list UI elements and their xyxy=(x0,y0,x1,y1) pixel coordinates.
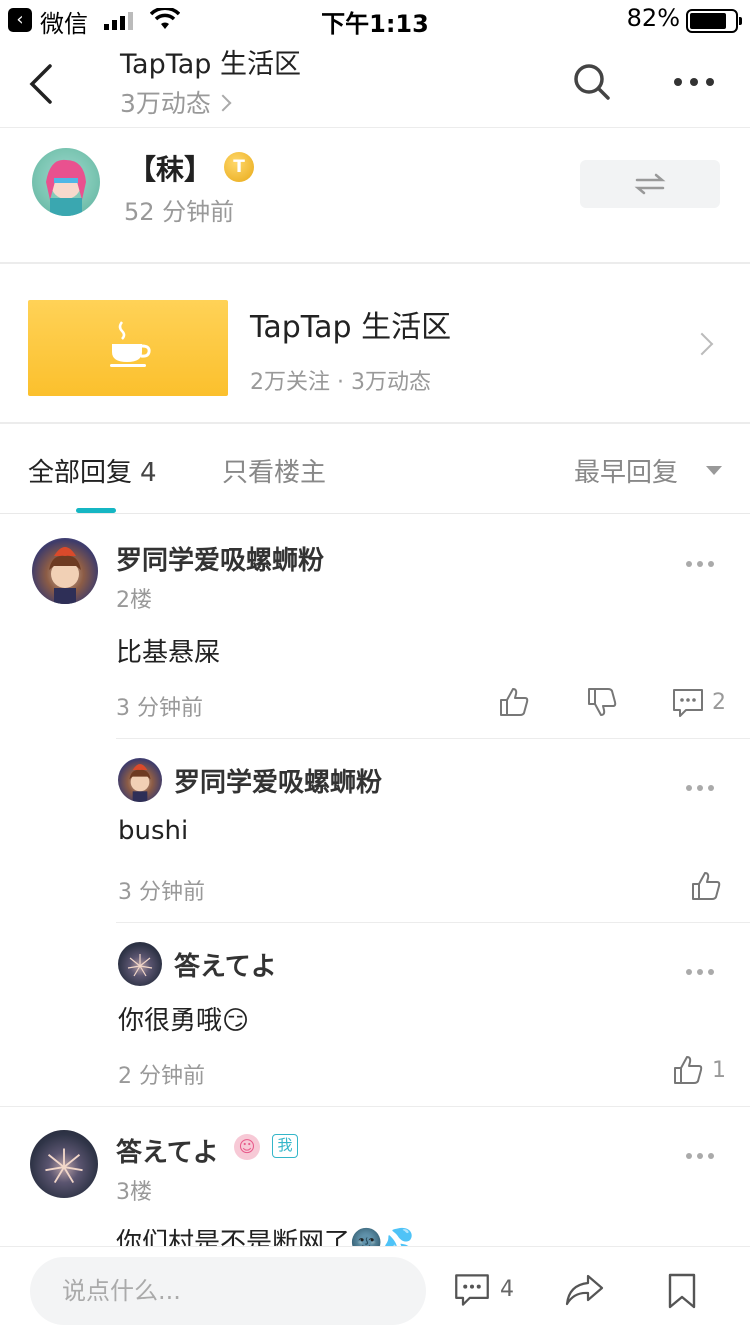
post-time: 52 分钟前 xyxy=(124,198,235,226)
forum-meta: 2万关注 · 3万动态 xyxy=(250,370,431,395)
forum-title: TapTap 生活区 xyxy=(250,310,452,345)
reply-tabs: 全部回复 4 只看楼主 最早回复 xyxy=(0,424,750,514)
caret-down-icon[interactable] xyxy=(706,466,722,475)
bookmark-icon[interactable] xyxy=(666,1273,698,1309)
active-tab-indicator xyxy=(76,508,116,513)
forum-card[interactable]: TapTap 生活区 2万关注 · 3万动态 xyxy=(0,266,750,424)
like-count: 1 xyxy=(712,1058,726,1083)
divider xyxy=(0,1106,750,1107)
reply-text: 你很勇哦😏 xyxy=(118,1006,250,1036)
comment-icon[interactable] xyxy=(672,688,704,718)
share-icon[interactable] xyxy=(564,1273,604,1307)
chevron-right-icon xyxy=(690,332,714,356)
comment-author[interactable]: 罗同学爱吸螺蛳粉 xyxy=(116,540,324,577)
more-icon[interactable] xyxy=(686,561,714,569)
comment-input[interactable]: 说点什么... xyxy=(30,1257,426,1325)
reply-author[interactable]: 罗同学爱吸螺蛳粉 xyxy=(174,762,382,799)
forum-thumbnail xyxy=(28,300,228,396)
comment-author[interactable]: 答えてよ xyxy=(116,1132,219,1169)
sort-dropdown[interactable]: 最早回复 xyxy=(574,452,678,489)
reply-time: 2 分钟前 xyxy=(118,1064,205,1089)
reply-author[interactable]: 答えてよ xyxy=(174,946,277,983)
divider xyxy=(116,922,750,923)
bottom-bar: 说点什么... 4 xyxy=(0,1246,750,1334)
top-nav: TapTap 生活区 3万动态 xyxy=(0,40,750,128)
tab-owner-only[interactable]: 只看楼主 xyxy=(222,452,326,489)
post-author: 【秣】 T 52 分钟前 xyxy=(0,128,750,264)
tab-all-count: 4 xyxy=(140,458,157,488)
switch-button[interactable] xyxy=(580,160,720,208)
page-title: TapTap 生活区 xyxy=(120,49,301,80)
reply-count: 2 xyxy=(712,690,726,715)
reply-time: 3 分钟前 xyxy=(118,880,205,905)
avatar[interactable] xyxy=(118,758,162,802)
comment-count: 4 xyxy=(500,1277,514,1302)
author-avatar[interactable] xyxy=(32,148,100,216)
thumbs-up-icon[interactable] xyxy=(498,686,530,718)
divider xyxy=(116,738,750,739)
tab-all-label: 全部回复 xyxy=(28,458,133,488)
comment-time: 3 分钟前 xyxy=(116,696,203,721)
coffee-cup-icon xyxy=(110,321,151,367)
avatar[interactable] xyxy=(32,538,98,604)
more-icon[interactable] xyxy=(686,969,714,977)
thumbs-down-icon[interactable] xyxy=(586,686,618,718)
tab-all-replies[interactable]: 全部回复 4 xyxy=(28,452,157,489)
avatar[interactable] xyxy=(30,1130,98,1198)
thumbs-up-icon[interactable] xyxy=(672,1054,704,1086)
battery-icon xyxy=(686,9,742,33)
comment-text: 比基悬屎 xyxy=(116,638,221,668)
more-icon[interactable] xyxy=(672,62,716,102)
comment-icon[interactable] xyxy=(454,1273,490,1307)
more-icon[interactable] xyxy=(686,1153,714,1161)
more-icon[interactable] xyxy=(686,785,714,793)
search-icon[interactable] xyxy=(572,62,612,102)
floor-number: 3楼 xyxy=(116,1180,152,1205)
battery-percent: 82% xyxy=(626,4,680,32)
avatar[interactable] xyxy=(118,942,162,986)
subtitle-text: 3万动态 xyxy=(120,89,211,118)
author-name[interactable]: 【秣】 xyxy=(128,148,212,188)
user-badge-icon: ☺ xyxy=(234,1134,260,1160)
reply-text: bushi xyxy=(118,816,189,846)
thumbs-up-icon[interactable] xyxy=(690,870,722,902)
page-subtitle[interactable]: 3万动态 xyxy=(120,84,232,120)
back-icon[interactable] xyxy=(22,62,62,106)
floor-number: 2楼 xyxy=(116,588,152,613)
swap-icon xyxy=(634,173,666,195)
chevron-right-icon xyxy=(214,94,232,112)
me-tag: 我 xyxy=(272,1134,298,1158)
status-bar: ‹ 微信 下午1:13 82% xyxy=(0,0,750,40)
level-badge-icon: T xyxy=(224,152,254,182)
